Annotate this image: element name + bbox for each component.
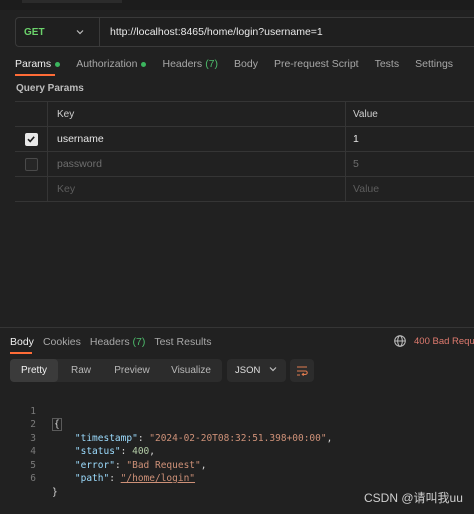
tab-label: Headers (162, 58, 203, 70)
table-row: password 5 (15, 152, 474, 177)
view-mode-segment: Pretty Raw Preview Visualize (10, 359, 222, 382)
view-visualize-button[interactable]: Visualize (160, 359, 222, 382)
code-line: 3 "status": 400, (0, 418, 474, 458)
response-status[interactable]: 400 Bad Reque (393, 334, 474, 348)
wrap-lines-icon (297, 365, 308, 376)
format-select[interactable]: JSON (227, 359, 286, 382)
query-params-title: Query Params (16, 83, 84, 94)
tab-label: Authorization (76, 58, 138, 70)
tab-response-body[interactable]: Body (10, 336, 34, 348)
param-key-cell[interactable]: password (48, 152, 346, 176)
request-bar: GET http://localhost:8465/home/login?use… (15, 17, 474, 47)
view-pretty-button[interactable]: Pretty (10, 359, 58, 382)
line-number: 6 (30, 473, 36, 484)
headers-count: (7) (132, 336, 146, 348)
new-value-input[interactable]: Value (346, 177, 474, 201)
status-code: 400 Bad Reque (414, 335, 474, 347)
url-input[interactable]: http://localhost:8465/home/login?usernam… (100, 26, 323, 38)
tab-label: Settings (415, 58, 454, 70)
column-header-value: Value (353, 108, 378, 120)
column-header-key: Key (48, 102, 346, 126)
tab-label: Pre-request Script (273, 58, 359, 70)
tab-label: Body (234, 58, 258, 70)
view-raw-button[interactable]: Raw (58, 359, 104, 382)
tab-label: Headers (89, 336, 130, 348)
tab-settings[interactable]: Settings (415, 58, 453, 70)
headers-count: (7) (205, 58, 219, 70)
new-key-input[interactable]: Key (48, 177, 346, 201)
method-label: GET (24, 26, 45, 38)
pane-divider[interactable] (0, 327, 474, 328)
table-header: Key Value (15, 102, 474, 127)
code-line: 5 "path": "/home/login" (0, 445, 474, 485)
query-params-table: Key Value username 1 password 5 Key Valu… (15, 101, 474, 202)
table-row-new: Key Value (15, 177, 474, 202)
code-line: 2 "timestamp": "2024-02-20T08:32:51.398+… (0, 405, 474, 444)
param-checkbox[interactable] (24, 132, 38, 146)
tab-pre-request-script[interactable]: Pre-request Script (274, 58, 359, 70)
status-dot (141, 61, 147, 67)
param-checkbox[interactable] (24, 157, 38, 171)
json-key: "path" (74, 473, 110, 484)
code-line: 4 "error": "Bad Request", (0, 432, 474, 471)
globe-icon (393, 334, 407, 348)
active-tab-indicator (10, 352, 32, 354)
check-icon (27, 136, 35, 143)
code-line: 1 { (0, 391, 474, 431)
tab-response-headers[interactable]: Headers (7) (90, 336, 145, 348)
close-brace: } (52, 486, 58, 498)
tab-cookies[interactable]: Cookies (43, 336, 81, 348)
chevron-down-icon (268, 364, 278, 377)
response-tabs: Body Cookies Headers (7) Test Results (10, 334, 221, 350)
wrap-lines-button[interactable] (290, 359, 314, 382)
request-tabs: Params Authorization Headers (7) Body Pr… (15, 56, 469, 72)
top-strip (0, 0, 474, 10)
json-link-value[interactable]: "/home/login" (121, 473, 195, 484)
tab-params[interactable]: Params (15, 58, 61, 70)
param-key-cell[interactable]: username (48, 127, 346, 151)
chevron-down-icon (73, 25, 87, 39)
active-tab-indicator (15, 74, 55, 76)
tab-body[interactable]: Body (234, 58, 258, 70)
code-line: 6 } (0, 459, 474, 498)
response-body-code[interactable]: 1 { 2 "timestamp": "2024-02-20T08:32:51.… (0, 391, 474, 498)
tab-tests[interactable]: Tests (375, 58, 400, 70)
table-row: username 1 (15, 127, 474, 152)
tab-headers[interactable]: Headers (7) (162, 58, 218, 70)
param-value-cell[interactable]: 5 (346, 152, 474, 176)
tab-label: Tests (374, 58, 400, 70)
method-select[interactable]: GET (16, 18, 100, 46)
format-label: JSON (235, 365, 261, 376)
tab-label: Params (15, 58, 52, 70)
tab-authorization[interactable]: Authorization (76, 58, 147, 70)
view-preview-button[interactable]: Preview (104, 359, 160, 382)
tab-test-results[interactable]: Test Results (154, 336, 211, 348)
param-value-cell[interactable]: 1 (346, 127, 474, 151)
status-dot (55, 61, 61, 67)
watermark: CSDN @请叫我uu (364, 491, 463, 505)
